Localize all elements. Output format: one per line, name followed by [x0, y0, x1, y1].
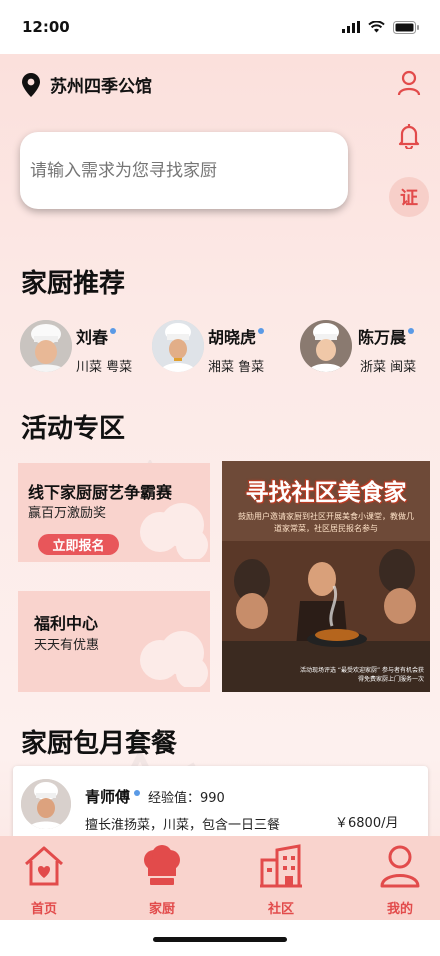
- tab-label: 家厨: [148, 902, 175, 917]
- status-time: 12:00: [22, 18, 70, 36]
- home-indicator[interactable]: [153, 937, 287, 942]
- user-icon: [397, 70, 421, 96]
- status-bar: 12:00: [0, 0, 440, 54]
- chef-card[interactable]: 陈万晨 浙菜 闽菜: [300, 318, 425, 378]
- activity-title: 活动专区: [21, 414, 126, 444]
- community-food-poster[interactable]: 寻找社区美食家 鼓励用户邀请家厨到社区开展美食小课堂，教做几道家常菜，社区居民报…: [222, 461, 430, 692]
- avatar: [300, 320, 352, 372]
- tab-community[interactable]: 社区: [237, 836, 325, 920]
- chef-card[interactable]: 胡晓虎 湘菜 鲁菜: [152, 318, 272, 378]
- user-icon: [380, 845, 420, 888]
- cloud-icon: [140, 631, 208, 687]
- chef-tags: 湘菜 鲁菜: [208, 360, 265, 375]
- profile-button[interactable]: [396, 69, 422, 97]
- tab-label: 社区: [267, 902, 294, 917]
- tab-label: 首页: [30, 902, 57, 917]
- bell-icon: [398, 124, 420, 149]
- package-chef-name: 青师傅: [85, 786, 141, 807]
- tab-chef[interactable]: 家厨: [118, 836, 206, 920]
- avatar: [20, 320, 72, 372]
- notification-button[interactable]: [396, 122, 422, 150]
- chef-tags: 浙菜 闽菜: [360, 360, 417, 375]
- tab-label: 我的: [386, 902, 413, 917]
- home-icon: [25, 846, 63, 886]
- location-pin-icon: [22, 72, 40, 97]
- tab-mine[interactable]: 我的: [356, 836, 440, 920]
- package-price: ￥6800/月: [335, 816, 399, 831]
- package-experience: 经验值：990: [148, 791, 225, 806]
- welfare-card[interactable]: 福利中心 天天有优惠: [18, 591, 210, 692]
- location-selector[interactable]: 苏州四季公馆: [22, 72, 152, 97]
- avatar: [21, 779, 71, 829]
- chef-name: 陈万晨: [358, 324, 415, 348]
- contest-card[interactable]: 线下家厨厨艺争霸赛 赢百万激励奖 立即报名: [18, 463, 210, 562]
- welfare-title: 福利中心: [34, 614, 99, 633]
- avatar: [152, 320, 204, 372]
- monthly-package-card[interactable]: 青师傅 经验值：990 擅长淮扬菜，川菜，包含一日三餐 ￥6800/月: [13, 766, 428, 846]
- recommend-title: 家厨推荐: [21, 269, 126, 299]
- search-input[interactable]: [20, 132, 348, 209]
- bottom-tab-bar: 首页 家厨 社区 我的: [0, 836, 440, 920]
- chef-name: 胡晓虎: [208, 324, 265, 348]
- certification-button[interactable]: 证: [389, 177, 429, 217]
- welfare-subtitle: 天天有优惠: [34, 638, 100, 653]
- battery-icon: [393, 20, 419, 34]
- cloud-icon: [140, 503, 208, 559]
- package-description: 擅长淮扬菜，川菜，包含一日三餐: [85, 818, 281, 833]
- wifi-icon: [368, 21, 385, 33]
- status-icons: [342, 20, 420, 34]
- monthly-title: 家厨包月套餐: [21, 729, 178, 759]
- chef-name: 刘春: [76, 324, 117, 348]
- chef-card[interactable]: 刘春 川菜 粤菜: [20, 318, 140, 378]
- signal-icon: [342, 21, 360, 33]
- poster-footer: 活动现场评选 “最受欢迎家厨” 参与者有机会获得免费家厨上门服务一次: [299, 667, 424, 683]
- tab-home[interactable]: 首页: [0, 836, 88, 920]
- poster-title: 寻找社区美食家: [245, 480, 407, 506]
- contest-title: 线下家厨厨艺争霸赛: [28, 483, 173, 502]
- contest-subtitle: 赢百万激励奖: [28, 506, 107, 521]
- chef-tags: 川菜 粤菜: [76, 360, 133, 375]
- poster-subtitle: 鼓励用户邀请家厨到社区开展美食小课堂，教做几道家常菜，社区居民报名参与: [238, 512, 414, 533]
- building-icon: [260, 844, 302, 888]
- location-text: 苏州四季公馆: [50, 77, 152, 97]
- signup-button[interactable]: 立即报名: [38, 534, 119, 555]
- home-indicator-area: [0, 920, 440, 956]
- chef-hat-icon: [144, 845, 180, 885]
